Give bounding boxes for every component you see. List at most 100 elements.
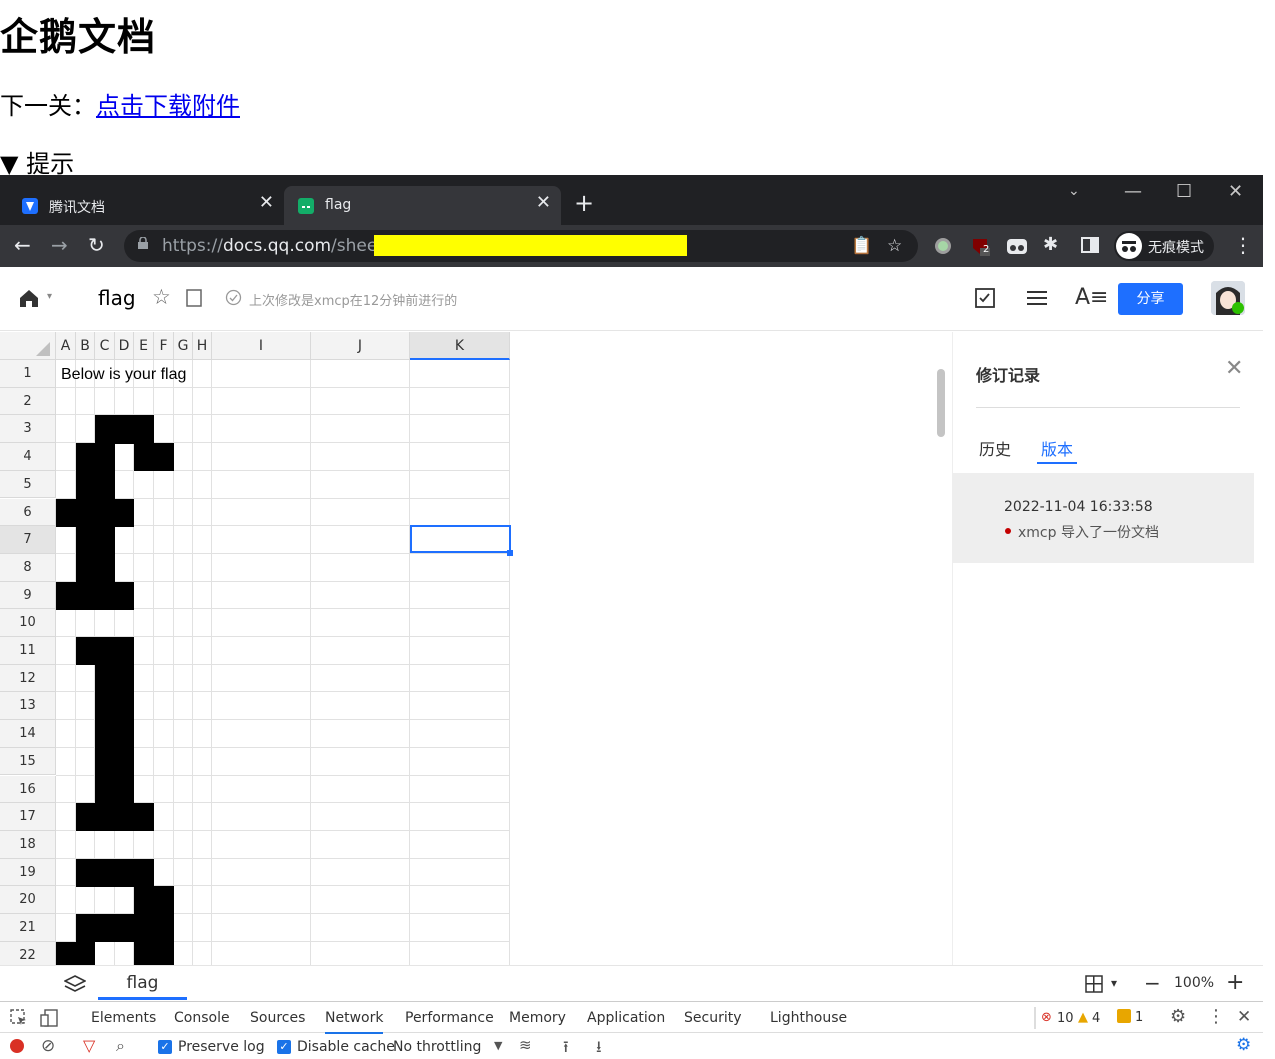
close-panel-icon[interactable]: ✕ — [1225, 356, 1243, 381]
home-icon[interactable] — [18, 287, 40, 313]
throttling-select[interactable]: No throttling — [393, 1039, 481, 1055]
disable-cache-checkbox[interactable]: ✓ — [277, 1040, 291, 1054]
bookmark-star-icon[interactable]: ☆ — [887, 236, 902, 256]
column-header-b[interactable]: B — [76, 332, 95, 360]
browser-tab-flag[interactable]: flag ✕ — [284, 186, 561, 225]
doc-title[interactable]: flag — [98, 286, 136, 310]
maximize-icon[interactable]: ☐ — [1176, 181, 1192, 202]
version-entry[interactable]: 2022-11-04 16:33:58 xmcp 导入了一份文档 — [953, 473, 1254, 563]
new-tab-icon[interactable]: + — [574, 191, 594, 215]
glasses-extension-icon[interactable] — [1006, 236, 1027, 256]
incognito-indicator[interactable]: 无痕模式 — [1114, 231, 1214, 261]
import-har-icon[interactable]: ⭱ — [563, 1036, 569, 1059]
filled-cell[interactable] — [76, 941, 95, 966]
filled-cell[interactable] — [115, 664, 134, 693]
forward-icon[interactable]: → — [51, 233, 68, 257]
clear-icon[interactable]: ⊘ — [41, 1036, 55, 1056]
settings-gear-icon[interactable]: ⚙ — [1170, 1006, 1186, 1027]
preserve-log-checkbox[interactable]: ✓ — [158, 1040, 172, 1054]
select-all-corner[interactable] — [0, 332, 56, 360]
filled-cell[interactable] — [95, 553, 115, 583]
sheet-layers-icon[interactable] — [63, 974, 87, 998]
filled-cell[interactable] — [115, 747, 134, 776]
row-header-14[interactable]: 14 — [0, 720, 56, 748]
row-header-4[interactable]: 4 — [0, 443, 56, 471]
menu-icon[interactable] — [1026, 287, 1048, 313]
filled-cell[interactable] — [95, 443, 115, 472]
filled-cell[interactable] — [76, 443, 95, 472]
filled-cell[interactable] — [115, 637, 134, 666]
cell-a1[interactable]: Below is your flag — [61, 366, 186, 384]
record-icon[interactable] — [10, 1039, 24, 1053]
tab-versions[interactable]: 版本 — [1041, 436, 1073, 460]
devtools-tab-memory[interactable]: Memory — [509, 1010, 566, 1026]
filled-cell[interactable] — [95, 526, 115, 555]
filled-cell[interactable] — [134, 914, 154, 943]
filled-cell[interactable] — [115, 581, 134, 610]
filled-cell[interactable] — [154, 443, 174, 472]
column-header-h[interactable]: H — [193, 332, 212, 360]
devtools-tab-network[interactable]: Network — [325, 1010, 384, 1034]
task-add-icon[interactable] — [974, 287, 998, 315]
export-har-icon[interactable]: ⭳ — [596, 1036, 602, 1059]
ublock-icon[interactable]: 2 — [970, 236, 990, 256]
filled-cell[interactable] — [95, 664, 115, 693]
filled-cell[interactable] — [134, 858, 154, 887]
filled-cell[interactable] — [154, 914, 174, 943]
vertical-scrollbar[interactable] — [937, 369, 945, 437]
side-panel-icon[interactable] — [1081, 236, 1101, 256]
filled-cell[interactable] — [115, 692, 134, 721]
filled-cell[interactable] — [76, 858, 95, 887]
filled-cell[interactable] — [56, 941, 76, 966]
filled-cell[interactable] — [76, 803, 95, 832]
column-header-g[interactable]: G — [174, 332, 193, 360]
device-toolbar-icon[interactable] — [40, 1009, 58, 1031]
devtools-more-icon[interactable]: ⋮ — [1207, 1006, 1225, 1027]
minimize-icon[interactable]: — — [1124, 181, 1142, 202]
row-header-2[interactable]: 2 — [0, 387, 56, 416]
filled-cell[interactable] — [115, 858, 134, 887]
close-window-icon[interactable]: ✕ — [1228, 181, 1243, 202]
filled-cell[interactable] — [95, 914, 115, 943]
search-icon[interactable]: ⌕ — [116, 1036, 125, 1056]
extension-circle-icon[interactable] — [933, 236, 953, 256]
filled-cell[interactable] — [134, 803, 154, 832]
zoom-level[interactable]: 100% — [1174, 975, 1214, 991]
zoom-in-icon[interactable]: + — [1226, 970, 1244, 995]
filled-cell[interactable] — [154, 886, 174, 915]
row-header-9[interactable]: 9 — [0, 581, 56, 610]
issues-icon[interactable] — [1117, 1009, 1131, 1023]
filled-cell[interactable] — [76, 581, 95, 610]
filled-cell[interactable] — [154, 941, 174, 966]
download-attachment-link[interactable]: 点击下载附件 — [96, 92, 240, 120]
selected-cell-k7[interactable] — [410, 525, 511, 553]
filled-cell[interactable] — [95, 747, 115, 776]
filled-cell[interactable] — [76, 637, 95, 666]
filled-cell[interactable] — [76, 526, 95, 555]
filled-cell[interactable] — [56, 498, 76, 527]
filter-icon[interactable]: ▽ — [83, 1036, 95, 1055]
tab-search-icon[interactable]: ⌄ — [1068, 183, 1080, 199]
row-header-5[interactable]: 5 — [0, 470, 56, 499]
fill-handle[interactable] — [507, 550, 513, 556]
row-header-3[interactable]: 3 — [0, 415, 56, 444]
address-bar[interactable]: https://docs.qq.com/sheet/ 📋 ☆ — [124, 230, 918, 262]
devtools-tab-console[interactable]: Console — [174, 1010, 230, 1026]
more-menu-icon[interactable]: ⋮ — [1233, 233, 1253, 257]
filled-cell[interactable] — [134, 941, 154, 966]
text-format-icon[interactable]: A≡ — [1075, 285, 1108, 310]
filled-cell[interactable] — [115, 775, 134, 804]
tab-history[interactable]: 历史 — [979, 436, 1011, 460]
filled-cell[interactable] — [115, 498, 134, 527]
avatar[interactable] — [1211, 281, 1245, 315]
console-counts[interactable]: ⊗ 10 ▲ 4 — [1034, 1007, 1100, 1029]
add-folder-icon[interactable] — [186, 289, 204, 311]
devtools-tab-security[interactable]: Security — [684, 1010, 742, 1026]
column-header-k[interactable]: K — [410, 332, 510, 360]
devtools-tab-performance[interactable]: Performance — [405, 1010, 494, 1026]
column-header-i[interactable]: I — [212, 332, 311, 360]
extensions-puzzle-icon[interactable]: ✱ — [1043, 233, 1058, 257]
browser-tab-tencent-docs[interactable]: 腾讯文档 ✕ — [0, 186, 284, 225]
filled-cell[interactable] — [115, 415, 134, 444]
column-header-c[interactable]: C — [95, 332, 115, 360]
